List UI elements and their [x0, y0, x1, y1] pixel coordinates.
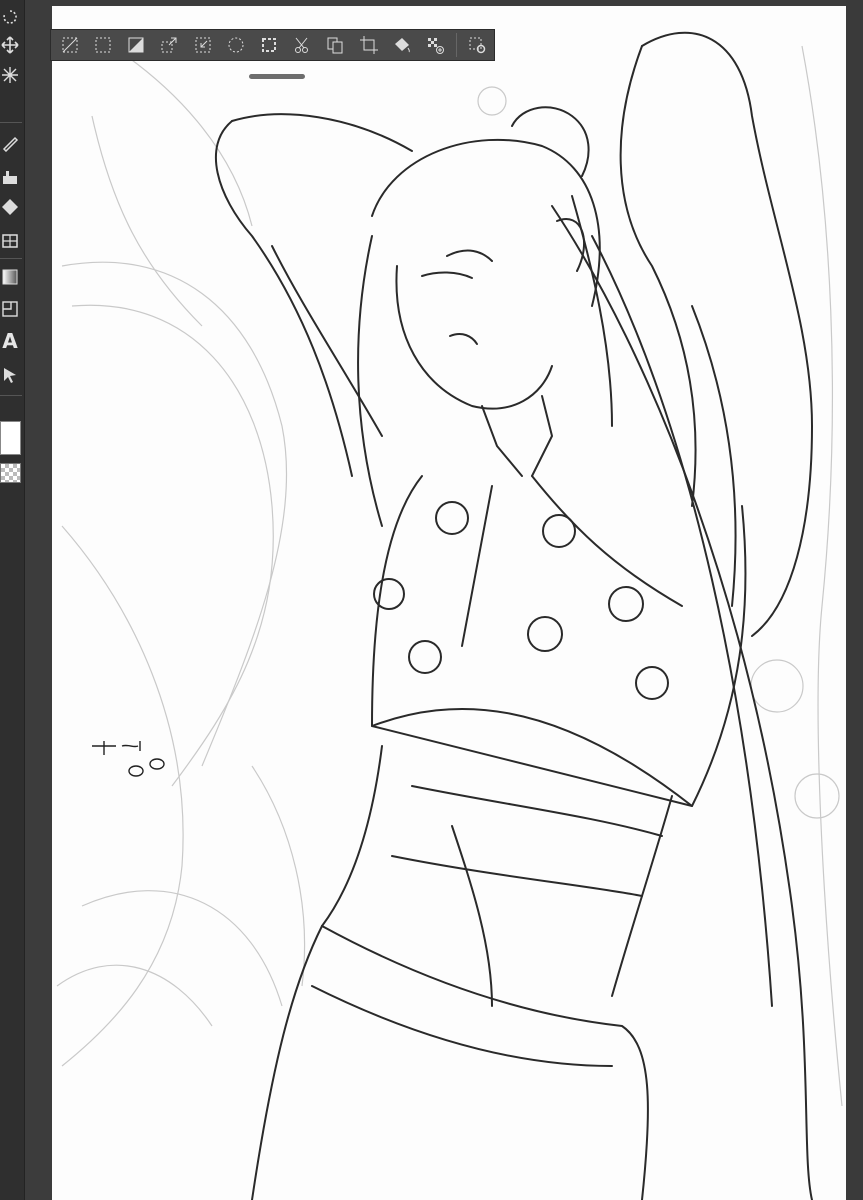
- signature-text: ネコ: [90, 790, 92, 793]
- canvas-area: ネコ: [25, 0, 863, 1200]
- deselect-icon[interactable]: [53, 31, 86, 59]
- selection-launcher-toolbar: [50, 29, 495, 61]
- vertical-scrollbar[interactable]: [846, 0, 863, 1200]
- frame-icon[interactable]: [0, 298, 20, 320]
- copy-paste-icon[interactable]: [319, 31, 352, 59]
- cut-icon[interactable]: [286, 31, 319, 59]
- cursor-icon[interactable]: [0, 364, 20, 386]
- expand-selection-icon[interactable]: [153, 31, 186, 59]
- drawing-canvas[interactable]: ネコ: [52, 6, 863, 1200]
- transparent-color-swatch[interactable]: [0, 463, 21, 483]
- toolbar-drag-handle[interactable]: [249, 74, 305, 79]
- tool-divider: [0, 122, 22, 123]
- rotate-icon[interactable]: [0, 6, 20, 28]
- sparkle-icon[interactable]: [0, 64, 20, 86]
- toolbar-divider: [455, 33, 457, 57]
- line-art-drawing: ネコ: [56, 31, 843, 1200]
- selection-border-icon[interactable]: [252, 31, 285, 59]
- shrink-selection-icon[interactable]: [186, 31, 219, 59]
- foreground-color-swatch[interactable]: [0, 421, 21, 455]
- tool-divider: [0, 258, 22, 259]
- fill-icon[interactable]: [0, 229, 20, 251]
- text-icon[interactable]: A: [0, 330, 20, 352]
- feather-icon[interactable]: [219, 31, 252, 59]
- pattern-icon[interactable]: [419, 31, 452, 59]
- fill-selection-icon[interactable]: [385, 31, 418, 59]
- invert-selection-icon[interactable]: [119, 31, 152, 59]
- crop-icon[interactable]: [352, 31, 385, 59]
- select-all-icon[interactable]: [86, 31, 119, 59]
- gradient-icon[interactable]: [0, 266, 20, 288]
- brush-icon[interactable]: [0, 166, 20, 188]
- eraser-icon[interactable]: [0, 196, 20, 218]
- pen-icon[interactable]: [0, 132, 20, 154]
- settings-icon[interactable]: [461, 31, 494, 59]
- tool-divider: [0, 395, 22, 396]
- move-icon[interactable]: [0, 34, 20, 56]
- tool-palette: A: [0, 0, 25, 1200]
